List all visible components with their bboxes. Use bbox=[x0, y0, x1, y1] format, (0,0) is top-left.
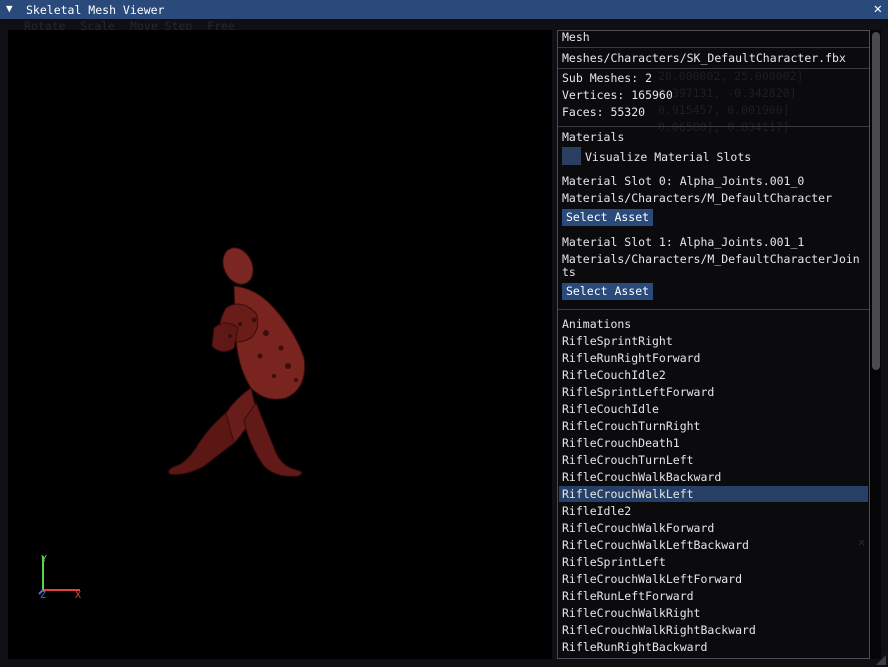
properties-panel[interactable]: 20.000002, 25.000002] 0.397131, -0.34282… bbox=[557, 30, 870, 659]
visualize-material-slots-checkbox[interactable] bbox=[562, 147, 581, 165]
animation-list-item[interactable]: RifleRunRightForward bbox=[559, 350, 868, 366]
character-model bbox=[168, 247, 306, 477]
animation-list-item[interactable]: RifleCrouchWalkBackward bbox=[559, 469, 868, 485]
visualize-material-slots-label: Visualize Material Slots bbox=[585, 150, 752, 164]
materials-header: Materials bbox=[562, 130, 625, 144]
divider bbox=[558, 47, 869, 48]
mesh-path: Meshes/Characters/SK_DefaultCharacter.fb… bbox=[562, 51, 846, 65]
animation-list-item[interactable]: RifleSprintLeftForward bbox=[559, 384, 868, 400]
material-slot-0-label: Material Slot 0: Alpha_Joints.001_0 bbox=[562, 174, 805, 188]
ghost-text: 0.06500], 0.834117] bbox=[658, 120, 790, 134]
panel-scrollbar-thumb[interactable] bbox=[872, 32, 880, 370]
y-axis-label: Y bbox=[41, 554, 48, 565]
divider bbox=[558, 126, 869, 127]
triangle-down-icon[interactable]: ▼ bbox=[6, 2, 13, 15]
ghost-text: 20.000002, 25.000002] bbox=[658, 69, 804, 83]
ghost-close-icon: ✕ bbox=[858, 535, 866, 549]
ghost-text: 0.397131, -0.342820] bbox=[658, 86, 797, 100]
animation-list-item[interactable]: RifleCrouchWalkLeftForward bbox=[559, 571, 868, 587]
resize-grip[interactable] bbox=[876, 655, 886, 665]
animation-list-item[interactable]: RifleCouchIdle bbox=[559, 401, 868, 417]
material-slot-0-path: Materials/Characters/M_DefaultCharacter bbox=[562, 191, 833, 205]
animation-list-item[interactable]: RifleCrouchWalkLeft bbox=[559, 486, 868, 502]
animation-list-item[interactable]: RifleCrouchWalkForward bbox=[559, 520, 868, 536]
ghost-text: 0.915457, 0.001900] bbox=[658, 103, 790, 117]
animation-list-item[interactable]: RifleCrouchWalkLeftBackward bbox=[559, 537, 868, 553]
window-title: Skeletal Mesh Viewer bbox=[26, 3, 165, 17]
animation-list-item[interactable]: RifleCouchIdle2 bbox=[559, 367, 868, 383]
animation-list-item[interactable]: RifleRunRightBackward bbox=[559, 639, 868, 655]
animation-list-item[interactable]: RifleSprintLeft bbox=[559, 554, 868, 570]
animation-list-item[interactable]: RifleCrouchDeath1 bbox=[559, 435, 868, 451]
animation-list-item[interactable]: RifleCrouchTurnRight bbox=[559, 418, 868, 434]
material-slot-1-path: Materials/Characters/M_DefaultCharacterJ… bbox=[562, 252, 860, 266]
mesh-viewport[interactable] bbox=[8, 30, 552, 659]
material-slot-1-label: Material Slot 1: Alpha_Joints.001_1 bbox=[562, 235, 805, 249]
select-asset-button-slot-0[interactable]: Select Asset bbox=[562, 209, 654, 226]
divider bbox=[558, 309, 869, 310]
animation-list-item[interactable]: RifleSprintRight bbox=[559, 333, 868, 349]
divider bbox=[558, 68, 869, 69]
faces-count: Faces: 55320 bbox=[562, 105, 646, 119]
animation-list-item[interactable]: RifleCrouchTurnLeft bbox=[559, 452, 868, 468]
vertices-count: Vertices: 165960 bbox=[562, 88, 673, 102]
animation-list-item[interactable]: RifleCrouchWalkRight bbox=[559, 605, 868, 621]
animations-header: Animations bbox=[562, 317, 632, 331]
sub-meshes-count: Sub Meshes: 2 bbox=[562, 71, 653, 85]
z-axis-label: Z bbox=[40, 590, 47, 601]
mesh-header: Mesh bbox=[562, 30, 590, 44]
x-axis-label: X bbox=[75, 590, 82, 601]
animation-list-item[interactable]: RifleRunLeftForward bbox=[559, 588, 868, 604]
material-slot-1-path-wrap: ts bbox=[562, 265, 576, 279]
animation-list-item[interactable]: RifleIdle2 bbox=[559, 503, 868, 519]
select-asset-button-slot-1[interactable]: Select Asset bbox=[562, 283, 654, 300]
close-icon[interactable]: ✕ bbox=[874, 1, 882, 17]
title-bar[interactable]: ▼ Skeletal Mesh Viewer ✕ bbox=[0, 0, 888, 19]
animation-list-item[interactable]: RifleCrouchWalkRightBackward bbox=[559, 622, 868, 638]
